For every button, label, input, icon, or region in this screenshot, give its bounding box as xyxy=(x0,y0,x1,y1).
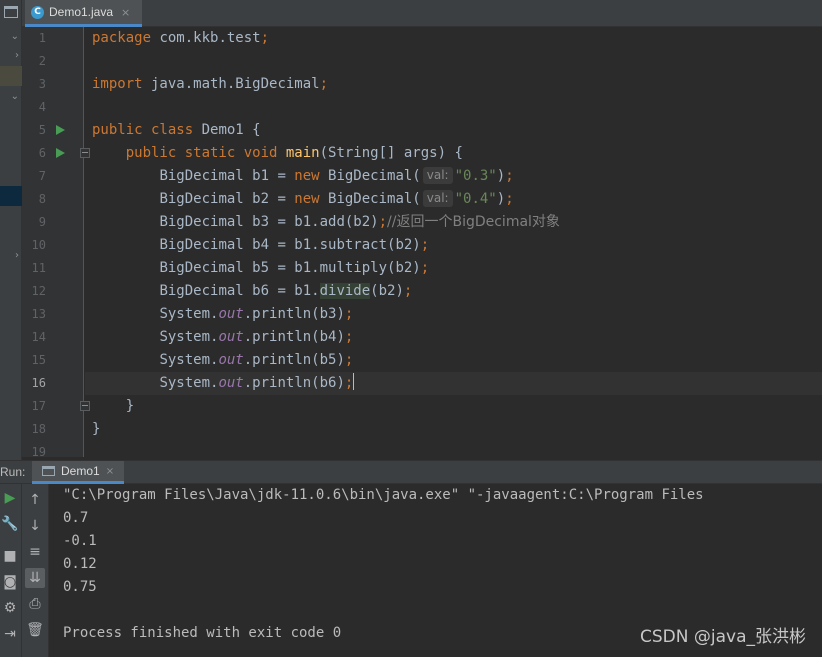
line-number: 1 xyxy=(38,31,46,45)
line-number: 15 xyxy=(31,353,46,367)
wrench-icon[interactable]: 🔧 xyxy=(0,514,20,534)
text-caret xyxy=(353,373,355,390)
parameter-hint: val: xyxy=(422,167,453,184)
code-line: BigDecimal b6 = b1.divide(b2); xyxy=(159,283,413,299)
console-icon xyxy=(42,466,55,476)
editor-tab-bar: C Demo1.java × xyxy=(22,0,822,27)
code-line: package com.kkb.test; xyxy=(92,30,270,46)
parameter-hint: val: xyxy=(422,190,453,207)
console-line: Process finished with exit code 0 xyxy=(63,625,342,641)
console-line: "C:\Program Files\Java\jdk-11.0.6\bin\ja… xyxy=(63,487,704,503)
run-tab-label: Demo1 xyxy=(61,464,100,478)
java-class-icon: C xyxy=(31,5,44,19)
close-icon[interactable]: × xyxy=(121,6,130,19)
run-toolbar-primary: ▶ 🔧 ■ ◙ ⚙ ⇥ xyxy=(0,484,22,657)
console-line: 0.75 xyxy=(63,579,97,595)
line-number: 5 xyxy=(38,123,46,137)
console-line: 0.12 xyxy=(63,556,97,572)
editor-tab-demo1[interactable]: C Demo1.java × xyxy=(25,0,142,27)
settings-icon[interactable]: ⚙ xyxy=(0,598,20,618)
line-number: 6 xyxy=(38,146,46,160)
code-line: BigDecimal b4 = b1.subtract(b2); xyxy=(159,237,430,253)
scroll-to-end-icon[interactable]: ⇊ xyxy=(25,568,45,588)
line-number: 2 xyxy=(38,54,46,68)
code-line: } xyxy=(92,421,101,437)
run-tab-demo1[interactable]: Demo1 × xyxy=(32,461,125,484)
code-line-current: System.out.println(b6); xyxy=(85,372,822,395)
code-line: } xyxy=(125,398,135,414)
code-editor[interactable]: package com.kkb.test; import java.math.B… xyxy=(85,27,822,457)
code-line: BigDecimal b3 = b1.add(b2);//返回一个BigDeci… xyxy=(159,214,560,230)
trash-icon[interactable]: 🗑 xyxy=(25,620,45,640)
tree-collapse-icon[interactable]: › xyxy=(0,250,22,262)
code-line: System.out.println(b3); xyxy=(159,306,354,322)
line-number: 18 xyxy=(31,422,46,436)
highlighted-method: divide xyxy=(319,283,371,299)
line-number: 12 xyxy=(31,284,46,298)
line-number: 10 xyxy=(31,238,46,252)
run-main-icon[interactable] xyxy=(56,148,65,158)
run-label: Run: xyxy=(0,465,26,479)
line-number: 13 xyxy=(31,307,46,321)
code-line: public class Demo1 { xyxy=(92,122,261,138)
code-line: BigDecimal b2 = new BigDecimal(val: "0.4"… xyxy=(159,190,514,207)
code-line: BigDecimal b1 = new BigDecimal(val: "0.3"… xyxy=(159,167,514,184)
code-line: System.out.println(b4); xyxy=(159,329,354,345)
editor-gutter[interactable]: 1 2 3 4 5 6 7 8 9 10 11 12 13 14 15 16 1… xyxy=(22,27,90,459)
project-panel-strip[interactable]: ⌄ › ⌄ › xyxy=(0,0,22,460)
line-number: 11 xyxy=(31,261,46,275)
close-icon[interactable]: × xyxy=(106,466,114,477)
line-number: 9 xyxy=(38,215,46,229)
code-line: BigDecimal b5 = b1.multiply(b2); xyxy=(159,260,430,276)
watermark: CSDN @java_张洪彬 xyxy=(640,627,806,647)
code-line: public static void main(String[] args) { xyxy=(125,145,463,161)
line-number: 7 xyxy=(38,169,46,183)
code-line: System.out.println(b5); xyxy=(159,352,354,368)
print-icon[interactable]: ⎙ xyxy=(25,594,45,614)
exit-icon[interactable]: ⇥ xyxy=(0,624,20,644)
code-line: import java.math.BigDecimal; xyxy=(92,76,329,92)
camera-icon[interactable]: ◙ xyxy=(0,572,20,592)
rerun-icon[interactable]: ▶ xyxy=(0,488,20,508)
line-number: 3 xyxy=(38,77,46,91)
code-comment: //返回一个BigDecimal对象 xyxy=(387,214,560,230)
run-tool-window-header: Run: Demo1 × xyxy=(0,460,822,484)
line-number: 4 xyxy=(38,100,46,114)
project-tree-selected-row[interactable] xyxy=(0,66,22,86)
tree-expand-icon[interactable]: ⌄ xyxy=(0,31,22,43)
arrow-up-icon[interactable]: ↑ xyxy=(25,490,45,510)
editor-tab-label: Demo1.java xyxy=(49,5,114,19)
stop-icon[interactable]: ■ xyxy=(0,546,20,566)
line-number: 14 xyxy=(31,330,46,344)
line-number: 8 xyxy=(38,192,46,206)
run-class-icon[interactable] xyxy=(56,125,65,135)
tree-expand-icon[interactable]: ⌄ xyxy=(0,91,22,103)
project-tree-active-row[interactable] xyxy=(0,186,22,206)
tree-collapse-icon[interactable]: › xyxy=(0,50,22,62)
line-number-current: 16 xyxy=(31,376,46,390)
console-line: -0.1 xyxy=(63,533,97,549)
run-toolbar-secondary: ↑ ↓ ≡ ⇊ ⎙ 🗑 xyxy=(22,484,49,657)
project-window-icon[interactable] xyxy=(4,6,18,18)
soft-wrap-icon[interactable]: ≡ xyxy=(25,542,45,562)
line-number: 17 xyxy=(31,399,46,413)
console-line: 0.7 xyxy=(63,510,89,526)
arrow-down-icon[interactable]: ↓ xyxy=(25,516,45,536)
